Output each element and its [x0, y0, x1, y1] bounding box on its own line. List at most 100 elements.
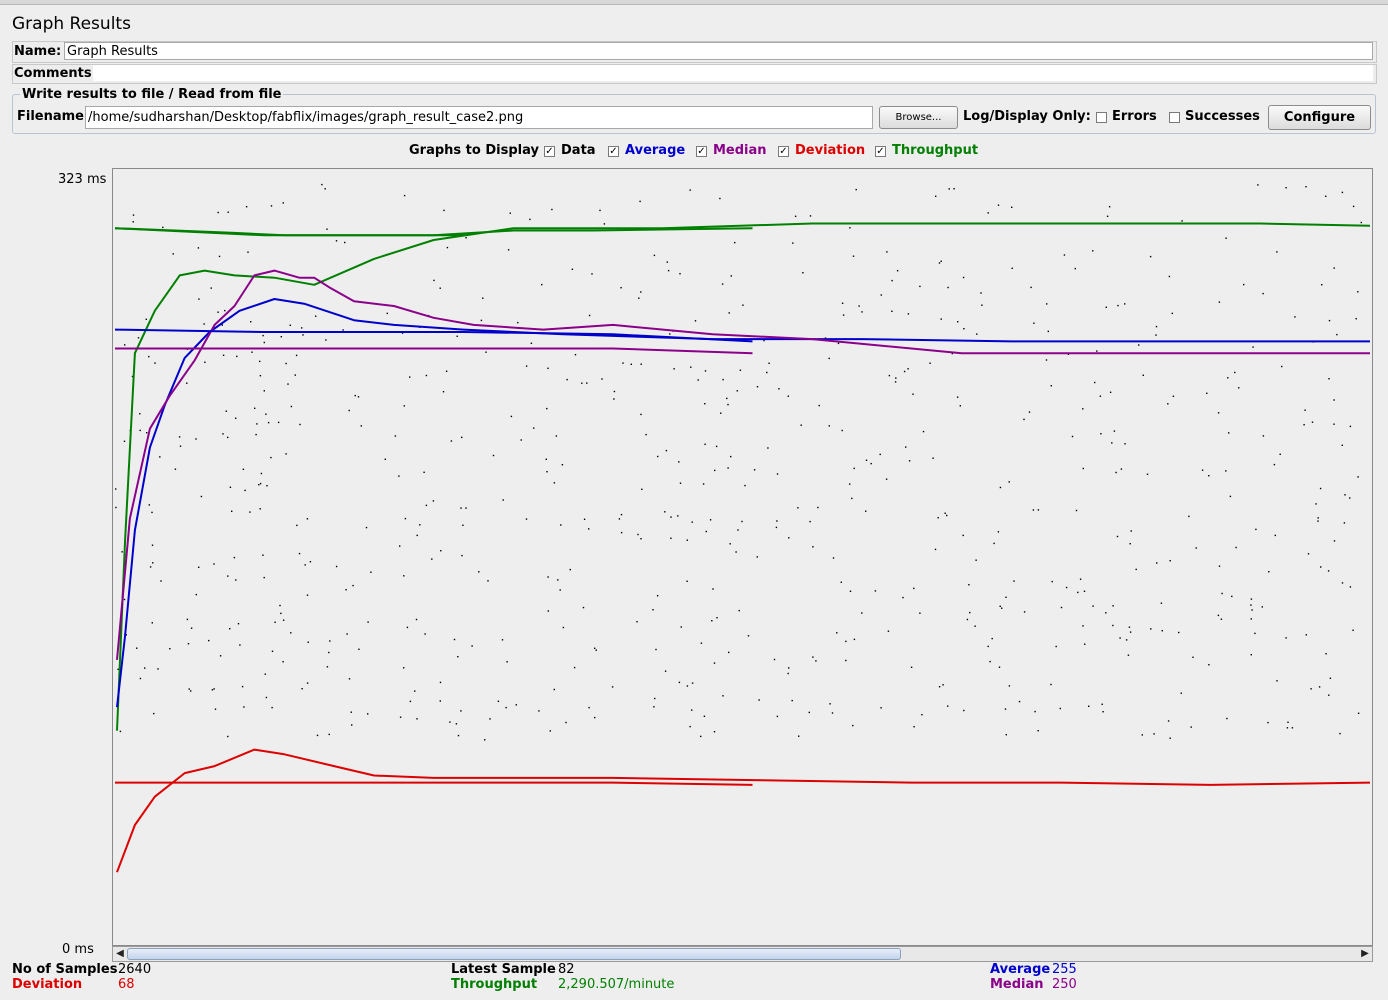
sample-dot [328, 651, 330, 654]
sample-dot [1357, 712, 1360, 714]
sample-dot [301, 327, 303, 329]
sample-dot [756, 386, 759, 388]
sample-dot [404, 517, 407, 520]
sample-dot [200, 495, 203, 498]
sample-dot [947, 705, 949, 707]
horizontal-scrollbar[interactable]: ◀ ▶ [112, 946, 1373, 962]
sample-dot [1336, 333, 1338, 336]
sample-dot [1046, 303, 1048, 305]
sample-dot [152, 562, 154, 564]
sample-dot [588, 314, 591, 317]
sample-dot [280, 612, 282, 615]
filename-input[interactable]: /home/sudharshan/Desktop/fabflix/images/… [85, 106, 873, 129]
median-checkbox[interactable]: ✓ [696, 146, 707, 157]
sample-dot [721, 283, 724, 285]
throughput-checkbox[interactable]: ✓ [875, 146, 886, 157]
sample-dot [145, 318, 147, 320]
sample-dot [735, 551, 737, 553]
sample-dot [547, 367, 549, 369]
sample-dot [963, 709, 965, 712]
sample-dot [1333, 399, 1335, 401]
sample-dot [1008, 481, 1010, 483]
file-section-title: Write results to file / Read from file [20, 87, 284, 102]
sample-dot [993, 542, 995, 545]
sample-dot [403, 575, 405, 577]
sample-dot [1071, 435, 1074, 438]
series-throughput-line-0 [114, 227, 464, 237]
comments-row: Comments: [12, 64, 1377, 84]
sample-dot [831, 712, 834, 714]
sample-dot [574, 354, 577, 356]
name-input[interactable]: Graph Results [64, 42, 1373, 60]
sample-dot [414, 690, 416, 692]
sample-dot [394, 435, 397, 437]
y-axis-min-label: 0 ms [62, 942, 94, 957]
sample-dot [1339, 732, 1341, 735]
series-average-line-2 [116, 298, 1370, 708]
sample-dot [433, 279, 435, 282]
errors-checkbox[interactable] [1096, 112, 1107, 123]
sample-dot [529, 218, 531, 221]
sample-dot [328, 733, 330, 736]
sample-dot [1307, 553, 1310, 555]
sample-dot [1094, 381, 1096, 384]
sample-dot [679, 482, 682, 484]
successes-checkbox[interactable] [1169, 112, 1180, 123]
sample-dot [1279, 453, 1281, 455]
sample-dot [227, 211, 229, 213]
sample-dot [921, 714, 923, 716]
comments-input[interactable] [93, 65, 1373, 81]
sample-dot [290, 405, 293, 408]
sample-dot [686, 685, 689, 687]
sample-dot [265, 696, 268, 699]
sample-dot [224, 309, 226, 312]
sample-dot [1092, 605, 1094, 607]
sample-dot [287, 383, 289, 385]
sample-dot [188, 688, 190, 690]
sample-dot [326, 666, 329, 668]
sample-dot [489, 718, 491, 720]
sample-dot [932, 457, 934, 459]
sample-dot [713, 731, 716, 733]
sample-dot [849, 590, 852, 592]
scrollbar-thumb[interactable] [127, 948, 901, 960]
sample-dot [1023, 611, 1026, 613]
scroll-right-icon[interactable]: ▶ [1358, 947, 1372, 961]
sample-dot [1075, 509, 1078, 512]
sample-dot [538, 710, 540, 712]
sample-dot [208, 639, 210, 642]
sample-dot [302, 334, 304, 336]
sample-dot [439, 287, 441, 289]
sample-dot [243, 706, 245, 708]
sample-dot [686, 580, 688, 582]
sample-dot [218, 255, 221, 258]
sample-dot [1181, 220, 1183, 222]
sample-dot [886, 251, 888, 253]
series-median-line-7 [115, 347, 753, 355]
sample-dot [386, 312, 388, 315]
sample-dot [137, 337, 140, 339]
average-checkbox[interactable]: ✓ [608, 146, 619, 157]
configure-button[interactable]: Configure [1268, 105, 1371, 130]
series-deviation-line-8 [115, 781, 753, 786]
sample-dot [445, 370, 448, 372]
browse-button[interactable]: Browse... [879, 106, 958, 129]
sample-dot [485, 351, 487, 353]
sample-dot [1005, 734, 1007, 736]
deviation-checkbox[interactable]: ✓ [778, 146, 789, 157]
sample-dot [306, 682, 309, 684]
sample-dot [1051, 580, 1053, 583]
sample-dot [1129, 631, 1132, 633]
sample-dot [1083, 590, 1086, 592]
sample-dot [360, 425, 362, 427]
scroll-left-icon[interactable]: ◀ [113, 947, 127, 961]
sample-dot [722, 378, 724, 381]
data-checkbox[interactable]: ✓ [544, 146, 555, 157]
sample-dot [1142, 374, 1144, 376]
sample-dot [987, 212, 989, 214]
sample-dot [1128, 626, 1131, 628]
sample-dot [439, 681, 442, 684]
sample-dot [841, 302, 844, 304]
sample-dot [480, 319, 483, 322]
name-row: Name: Graph Results [12, 41, 1377, 63]
